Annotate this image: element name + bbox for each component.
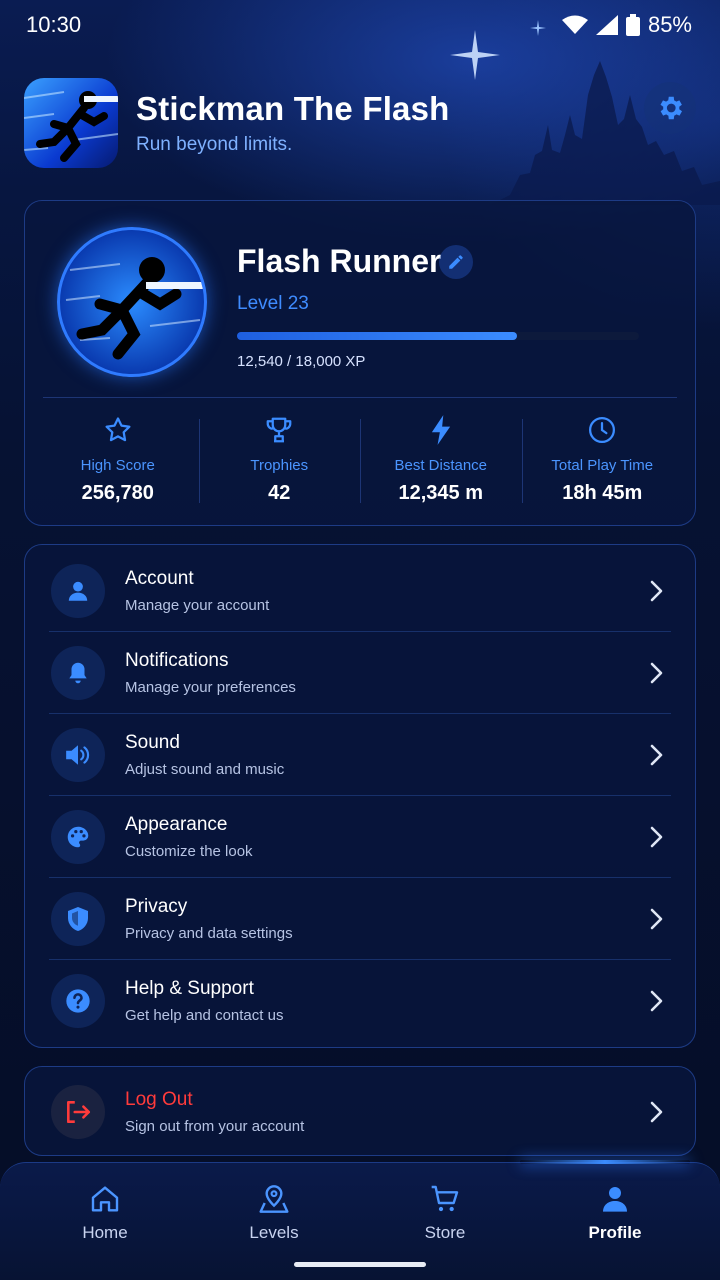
menu-subtitle: Adjust sound and music bbox=[125, 761, 285, 778]
battery-icon bbox=[625, 14, 640, 36]
menu-item-help[interactable]: Help & Support Get help and contact us bbox=[25, 960, 695, 1042]
app-tagline: Run beyond limits. bbox=[136, 134, 293, 155]
chevron-right-icon bbox=[650, 580, 663, 602]
stat-value: 42 bbox=[268, 482, 291, 504]
menu-title: Appearance bbox=[125, 814, 228, 835]
map-pin-icon bbox=[259, 1185, 289, 1213]
app-title: Stickman The Flash bbox=[136, 90, 450, 127]
shield-icon bbox=[68, 907, 88, 931]
menu-item-sound[interactable]: Sound Adjust sound and music bbox=[25, 714, 695, 796]
logout-button[interactable]: Log Out Sign out from your account bbox=[25, 1071, 695, 1153]
app-logo bbox=[24, 78, 118, 168]
logout-subtitle: Sign out from your account bbox=[125, 1118, 305, 1135]
stat-play-time: Total Play Time 18h 45m bbox=[521, 411, 684, 511]
menu-subtitle: Get help and contact us bbox=[125, 1007, 284, 1024]
stat-value: 18h 45m bbox=[562, 482, 643, 504]
menu-title: Privacy bbox=[125, 896, 188, 917]
xp-progress-fill bbox=[237, 332, 518, 340]
player-level: Level 23 bbox=[237, 293, 309, 314]
stats-row: High Score 256,780 Trophies 42 Best Dist… bbox=[37, 411, 683, 511]
cell-signal-icon bbox=[595, 15, 618, 35]
xp-progress-bar bbox=[237, 332, 639, 340]
xp-text: 12,540 / 18,000 XP bbox=[237, 353, 366, 370]
edit-name-button[interactable] bbox=[439, 245, 473, 279]
logout-card: Log Out Sign out from your account bbox=[24, 1066, 696, 1156]
chevron-right-icon bbox=[650, 908, 663, 930]
menu-subtitle: Privacy and data settings bbox=[125, 925, 293, 942]
menu-title: Notifications bbox=[125, 650, 229, 671]
avatar[interactable] bbox=[57, 227, 207, 377]
palette-icon bbox=[67, 826, 89, 848]
person-icon bbox=[603, 1187, 627, 1212]
chevron-right-icon bbox=[650, 744, 663, 766]
active-tab-indicator bbox=[520, 1160, 690, 1164]
stat-value: 12,345 m bbox=[398, 482, 483, 504]
help-icon bbox=[66, 989, 90, 1013]
menu-subtitle: Manage your preferences bbox=[125, 679, 296, 696]
bell-icon bbox=[69, 662, 87, 684]
nav-profile[interactable]: Profile bbox=[555, 1183, 675, 1243]
person-icon bbox=[68, 581, 88, 601]
menu-subtitle: Manage your account bbox=[125, 597, 270, 614]
stat-label: Total Play Time bbox=[551, 457, 654, 474]
status-bar: 10:30 85% bbox=[0, 0, 720, 50]
trophy-icon bbox=[266, 417, 292, 443]
home-icon bbox=[91, 1186, 119, 1212]
menu-item-notifications[interactable]: Notifications Manage your preferences bbox=[25, 632, 695, 714]
menu-item-account[interactable]: Account Manage your account bbox=[25, 550, 695, 632]
menu-title: Sound bbox=[125, 732, 180, 753]
nav-store[interactable]: Store bbox=[385, 1183, 505, 1243]
app-header: Stickman The Flash Run beyond limits. bbox=[24, 78, 696, 168]
menu-item-privacy[interactable]: Privacy Privacy and data settings bbox=[25, 878, 695, 960]
lightning-icon bbox=[431, 415, 450, 445]
nav-home[interactable]: Home bbox=[45, 1183, 165, 1243]
chevron-right-icon bbox=[650, 826, 663, 848]
stat-high-score: High Score 256,780 bbox=[37, 411, 199, 511]
stat-label: Trophies bbox=[250, 457, 309, 474]
stat-value: 256,780 bbox=[81, 482, 154, 504]
nav-label: Store bbox=[424, 1223, 466, 1242]
logout-title: Log Out bbox=[125, 1089, 193, 1110]
menu-subtitle: Customize the look bbox=[125, 843, 253, 860]
pencil-icon bbox=[449, 255, 463, 269]
nav-label: Profile bbox=[588, 1223, 642, 1242]
menu-title: Account bbox=[125, 568, 194, 589]
status-time: 10:30 bbox=[26, 12, 82, 37]
battery-percent: 85% bbox=[647, 12, 692, 37]
stat-best-distance: Best Distance 12,345 m bbox=[360, 411, 522, 511]
gear-icon bbox=[660, 96, 682, 120]
menu-title: Help & Support bbox=[125, 978, 254, 999]
nav-levels[interactable]: Levels bbox=[214, 1183, 334, 1243]
chevron-right-icon bbox=[650, 662, 663, 684]
nav-label: Home bbox=[82, 1223, 128, 1242]
menu-item-appearance[interactable]: Appearance Customize the look bbox=[25, 796, 695, 878]
cart-icon bbox=[431, 1185, 459, 1212]
settings-button[interactable] bbox=[644, 82, 696, 134]
stat-label: High Score bbox=[80, 457, 155, 474]
speaker-icon bbox=[66, 745, 90, 765]
star-icon bbox=[105, 417, 131, 442]
logout-icon bbox=[67, 1101, 91, 1123]
chevron-right-icon bbox=[650, 990, 663, 1012]
clock-icon bbox=[589, 417, 616, 443]
chevron-right-icon bbox=[650, 1101, 663, 1123]
profile-card: Flash Runner Level 23 12,540 / 18,000 XP… bbox=[24, 200, 696, 526]
wifi-icon bbox=[561, 15, 588, 34]
home-indicator[interactable] bbox=[294, 1262, 426, 1267]
settings-menu: Account Manage your account Notification… bbox=[24, 544, 696, 1048]
player-name: Flash Runner bbox=[237, 243, 442, 279]
nav-label: Levels bbox=[249, 1223, 299, 1242]
divider bbox=[43, 397, 677, 398]
stat-label: Best Distance bbox=[394, 457, 488, 474]
stat-trophies: Trophies 42 bbox=[198, 411, 361, 511]
